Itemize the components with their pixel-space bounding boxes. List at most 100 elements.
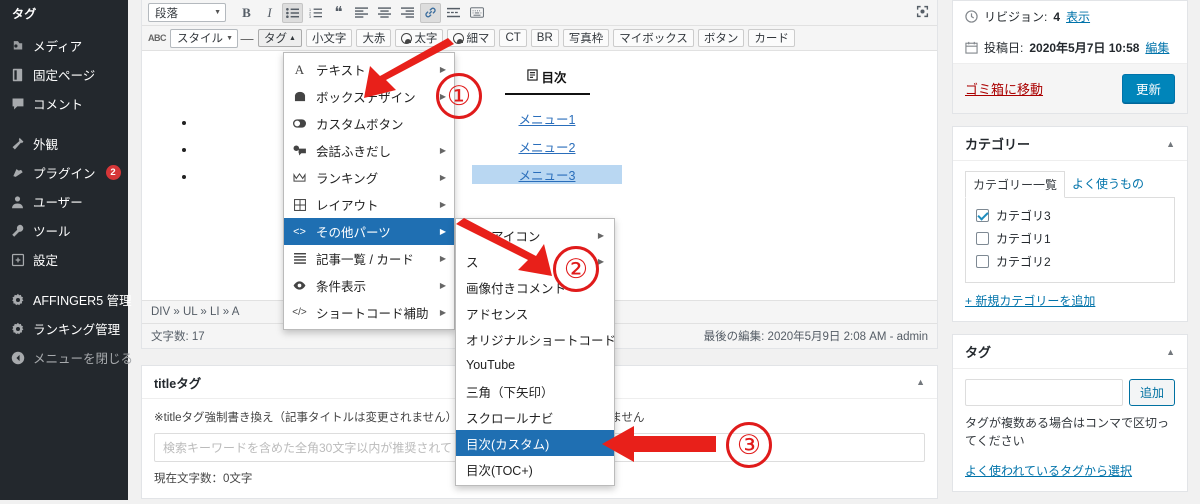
submenu-item-original-shortcode[interactable]: オリジナルショートコード	[456, 326, 616, 352]
sidebar-item-tools[interactable]: ツール	[0, 216, 128, 245]
sidebar-item-label: メディア	[33, 40, 83, 54]
update-button[interactable]: 更新	[1121, 74, 1175, 103]
blockquote-button[interactable]: ❝	[328, 3, 349, 23]
photo-frame-button[interactable]: 写真枠	[562, 29, 610, 47]
sidebar-item-affinger5[interactable]: AFFINGER5 管理	[0, 285, 132, 314]
category-item[interactable]: カテゴリ1	[976, 230, 1164, 247]
menu-item-ranking[interactable]: ランキング ▶	[284, 164, 454, 191]
toc-link-3[interactable]: メニュー3	[472, 165, 622, 184]
post-date-edit-link[interactable]: 編集	[1145, 39, 1169, 56]
tag-dropdown-button[interactable]: タグ ▲	[258, 29, 302, 47]
submenu-item-image-comment[interactable]: 画像付きコメント	[456, 274, 614, 300]
insert-link-button[interactable]	[420, 2, 441, 23]
keyboard-shortcuts-button[interactable]	[466, 3, 487, 23]
sidebar-item-comments[interactable]: コメント	[0, 89, 128, 118]
card-button[interactable]: カード	[748, 29, 795, 47]
add-tag-button[interactable]: 追加	[1128, 379, 1175, 406]
mybox-button[interactable]: マイボックス	[613, 29, 694, 47]
chevron-up-icon[interactable]: ▲	[1166, 347, 1175, 357]
submenu-item-adsense[interactable]: アドセンス	[456, 300, 614, 326]
plugin-update-badge: 2	[105, 165, 121, 180]
align-center-button[interactable]	[374, 3, 395, 23]
submenu-item-box[interactable]: ス ▶	[456, 248, 614, 274]
menu-item-article-list-card[interactable]: 記事一覧 / カード ▶	[284, 245, 454, 272]
menu-item-box-design[interactable]: ボックスデザイン ▶	[284, 83, 454, 110]
menu-item-custom-button[interactable]: カスタムボタン	[284, 110, 454, 137]
sidebar-item-ranking-admin[interactable]: ランキング管理	[0, 314, 128, 343]
submenu-item-scroll-nav[interactable]: スクロールナビ	[456, 404, 614, 430]
publish-actions: ゴミ箱に移動 更新	[953, 63, 1187, 113]
tab-most-used-categories[interactable]: よく使うもの	[1065, 171, 1151, 197]
style-select[interactable]: スタイル ▼	[170, 28, 238, 48]
italic-button[interactable]: I	[259, 3, 280, 23]
small-text-button[interactable]: 小文字	[305, 29, 353, 47]
tags-panel: タグ ▲ 追加 タグが複数ある場合はコンマで区切ってください よく使われているタ…	[952, 334, 1188, 492]
submenu-item-triangle-down-arrow[interactable]: 三角（下矢印）	[456, 378, 614, 404]
menu-item-layout[interactable]: レイアウト ▶	[284, 191, 454, 218]
revision-view-link[interactable]: 表示	[1066, 8, 1090, 25]
button-button[interactable]: ボタン	[697, 29, 745, 47]
bulleted-list-button[interactable]	[282, 2, 303, 23]
submenu-item-toc-custom[interactable]: 目次(カスタム)	[456, 430, 614, 456]
menu-item-speech-balloon[interactable]: 会話ふきだし ▶	[284, 137, 454, 164]
title-tag-placeholder: 検索キーワードを含めた全角30文字以内が推奨されて	[163, 441, 452, 455]
paragraph-format-select[interactable]: 段落 ▼	[148, 3, 226, 22]
category-item[interactable]: カテゴリ3	[976, 207, 1164, 224]
fullscreen-icon[interactable]	[916, 5, 929, 21]
chevron-up-icon[interactable]: ▲	[916, 377, 925, 387]
sidebar-item-settings[interactable]: 設定	[0, 245, 128, 274]
list-bullet	[182, 148, 186, 152]
choose-popular-tags-link[interactable]: よく使われているタグから選択	[965, 462, 1175, 479]
sidebar-item-pages[interactable]: 固定ページ	[0, 60, 128, 89]
large-red-button[interactable]: 大赤	[356, 29, 392, 47]
align-right-button[interactable]	[397, 3, 418, 23]
sidebar-item-collapse-menu[interactable]: メニューを閉じる	[0, 343, 133, 372]
ct-button[interactable]: CT	[499, 29, 527, 47]
menu-item-shortcode-helper[interactable]: </> ショートコード補助 ▶	[284, 299, 454, 326]
sidebar-item-users[interactable]: ユーザー	[0, 187, 128, 216]
toc-divider	[504, 93, 590, 95]
category-checkbox[interactable]	[976, 209, 989, 222]
horizontal-rule-button[interactable]: —	[238, 31, 256, 46]
submenu-item-toc-plus[interactable]: 目次(TOC+)	[456, 456, 614, 482]
category-checkbox[interactable]	[976, 255, 989, 268]
read-more-button[interactable]	[443, 3, 464, 23]
sidebar-item-appearance[interactable]: 外観	[0, 129, 128, 158]
menu-item-label: 記事一覧 / カード	[316, 253, 414, 267]
post-sidebar: リビジョン: 4 表示 投稿日: 2020年5月7日 10:58 編集 ゴミ箱に…	[952, 0, 1188, 504]
toc-link-2[interactable]: メニュー2	[472, 137, 622, 156]
align-left-button[interactable]	[351, 3, 372, 23]
grid-icon	[292, 198, 307, 211]
strikethrough-icon[interactable]: ABC	[148, 33, 167, 43]
category-checklist[interactable]: カテゴリ3 カテゴリ1 カテゴリ2	[965, 198, 1175, 283]
tab-all-categories[interactable]: カテゴリー一覧	[965, 171, 1066, 198]
sidebar-item-plugins[interactable]: プラグイン 2	[0, 158, 128, 187]
category-item[interactable]: カテゴリ2	[976, 253, 1164, 270]
menu-item-other-parts[interactable]: <> その他パーツ ▶	[284, 218, 454, 245]
submenu-item-label: YouTube	[466, 358, 516, 372]
submenu-item-label: 目次(カスタム)	[466, 437, 550, 452]
category-checkbox[interactable]	[976, 232, 989, 245]
toc-link-1[interactable]: メニュー1	[472, 109, 622, 128]
move-to-trash-link[interactable]: ゴミ箱に移動	[965, 79, 1043, 98]
speech-icon	[292, 145, 307, 156]
categories-header[interactable]: カテゴリー ▲	[953, 127, 1187, 161]
numbered-list-button[interactable]: 123	[305, 3, 326, 23]
submenu-item-youtube[interactable]: YouTube	[456, 352, 614, 378]
bold-style-button[interactable]: 太字	[395, 29, 444, 47]
photo-frame-label: 写真枠	[568, 33, 604, 45]
br-button[interactable]: BR	[530, 29, 559, 47]
sidebar-item-label: 設定	[33, 254, 59, 268]
menu-item-conditional-display[interactable]: 条件表示 ▶	[284, 272, 454, 299]
chevron-up-icon[interactable]: ▲	[1166, 139, 1175, 149]
sidebar-item-media[interactable]: メディア	[0, 31, 128, 60]
add-new-category-link[interactable]: + 新規カテゴリーを追加	[965, 292, 1175, 309]
tags-body: 追加 タグが複数ある場合はコンマで区切ってください よく使われているタグから選択	[953, 369, 1187, 491]
tags-header[interactable]: タグ ▲	[953, 335, 1187, 369]
submenu-item-icon[interactable]: アイコン ▶	[456, 222, 614, 248]
menu-item-text[interactable]: A テキスト ▶	[284, 56, 454, 83]
tag-input[interactable]	[965, 379, 1123, 406]
thin-marker-button[interactable]: 細マ	[447, 29, 496, 47]
bold-button[interactable]: B	[236, 3, 257, 23]
post-date-row: 投稿日: 2020年5月7日 10:58 編集	[953, 32, 1187, 63]
